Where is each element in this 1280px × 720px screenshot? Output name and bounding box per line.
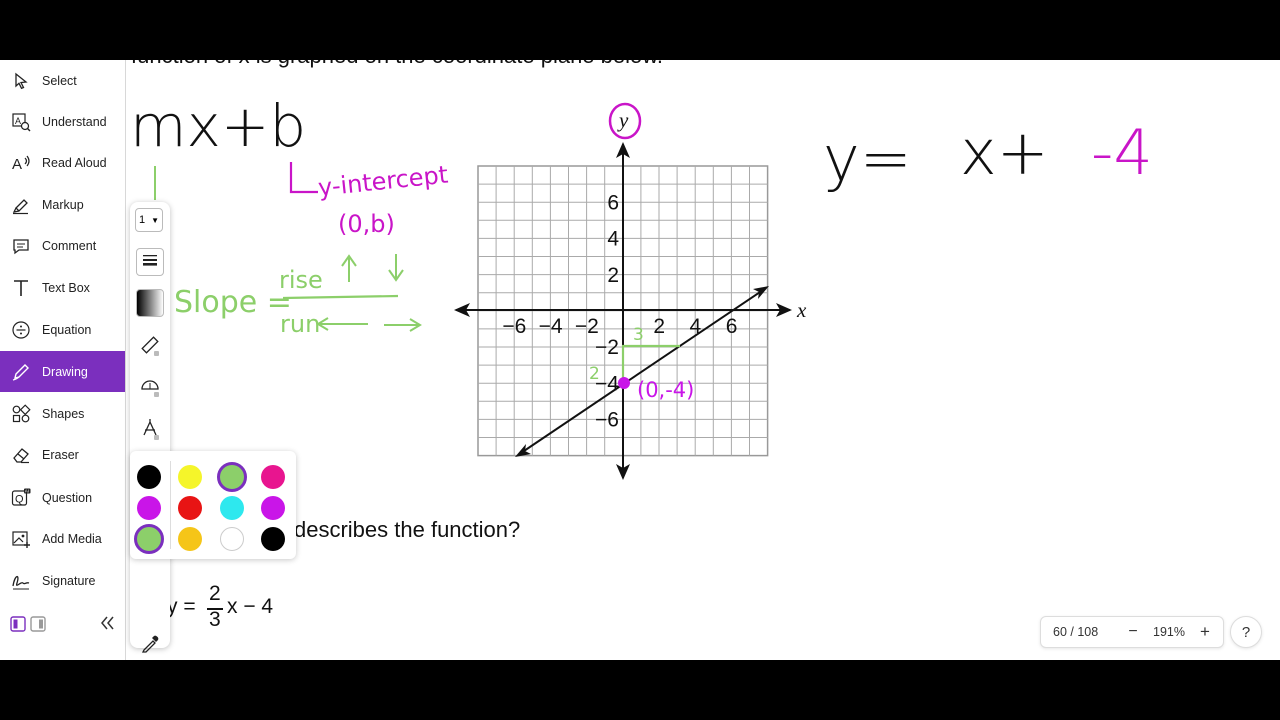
color-swatch-purple[interactable] [137,496,161,520]
color-swatch-red[interactable] [178,496,202,520]
chevron-down-icon: ▼ [151,215,160,225]
line-weight-button[interactable] [136,248,164,276]
help-button[interactable]: ? [1230,616,1262,648]
x-tick-label: 6 [726,315,738,338]
opacity-button[interactable] [136,289,164,317]
x-tick-label: 2 [653,315,665,338]
function-line [517,287,767,456]
y-tick-label: 2 [607,264,619,287]
ink-run: run [280,310,320,338]
ink-intercept-arrow [289,162,318,194]
color-swatch-gold[interactable] [178,527,202,551]
x-tick-labels: −6 −4 −2 2 4 6 [502,315,737,338]
protractor-icon[interactable] [140,376,160,403]
color-swatch-green-selected[interactable] [134,524,164,554]
color-swatch-cyan[interactable] [220,496,244,520]
y-tick-label: −6 [595,409,619,432]
palette-divider [170,461,171,549]
y-tick-label: 4 [607,228,619,251]
zoom-in-button[interactable]: + [1191,622,1219,642]
ink-equation-mid: x+ [960,116,1049,189]
color-swatch-pink[interactable] [261,465,285,489]
y-tick-label: 6 [607,191,619,214]
pen-size-select[interactable]: 1 ▼ [135,208,163,232]
zoom-bar: 60 / 108 − 191% + [1040,616,1224,648]
rise-value: 2 [589,364,600,384]
help-icon: ? [1241,623,1251,641]
page-indicator[interactable]: 60 / 108 [1053,625,1113,639]
ink-down-arrow [388,254,404,282]
y-axis-label: y [617,108,629,132]
color-swatch-black[interactable] [137,465,161,489]
x-tick-label: −6 [502,315,526,338]
zoom-level[interactable]: 191% [1147,625,1191,639]
ink-rise: rise [279,266,323,294]
y-tick-label: −2 [595,336,619,359]
x-tick-label: −4 [539,315,563,338]
pen-size-value: 1 [139,214,146,226]
point-label: (0,-4) [637,378,694,402]
drawing-subtoolbar: 1 ▼ [130,202,170,653]
ink-slope-word: Slope = [174,285,292,320]
color-swatch-yellow[interactable] [178,465,202,489]
ink-formula: mx+b [130,92,306,160]
x-tick-label: −2 [575,315,599,338]
color-swatch-violet[interactable] [261,496,285,520]
ink-up-arrow [341,254,357,282]
ink-left-arrow [316,317,368,331]
coordinate-graph: x y −6 −4 −2 2 4 6 642−2−4−6 3 2 (0,-4) mx+b … [130,92,1153,480]
ink-fraction-bar [282,294,399,300]
ink-equation-b: -4 [1091,116,1153,189]
eyedropper-icon[interactable] [140,634,160,659]
line-weight-icon [143,253,157,271]
color-swatch-black-2[interactable] [261,527,285,551]
app-page: Select A Understand A Read Aloud Markup … [0,60,1280,660]
run-value: 3 [633,325,644,345]
y-intercept-point [618,377,630,389]
x-axis-label: x [796,298,807,322]
ruler-icon[interactable] [140,335,160,362]
color-palette [130,451,296,559]
ink-equation-left: y= [823,122,912,195]
ink-intercept-label: y-intercept [317,160,450,201]
ink-right-arrow [384,318,422,332]
zoom-out-button[interactable]: − [1119,623,1147,641]
color-swatch-white[interactable] [220,527,244,551]
color-swatch-green[interactable] [217,462,247,492]
compass-icon[interactable] [140,417,160,446]
ink-intercept-point: (0,b) [338,210,395,238]
